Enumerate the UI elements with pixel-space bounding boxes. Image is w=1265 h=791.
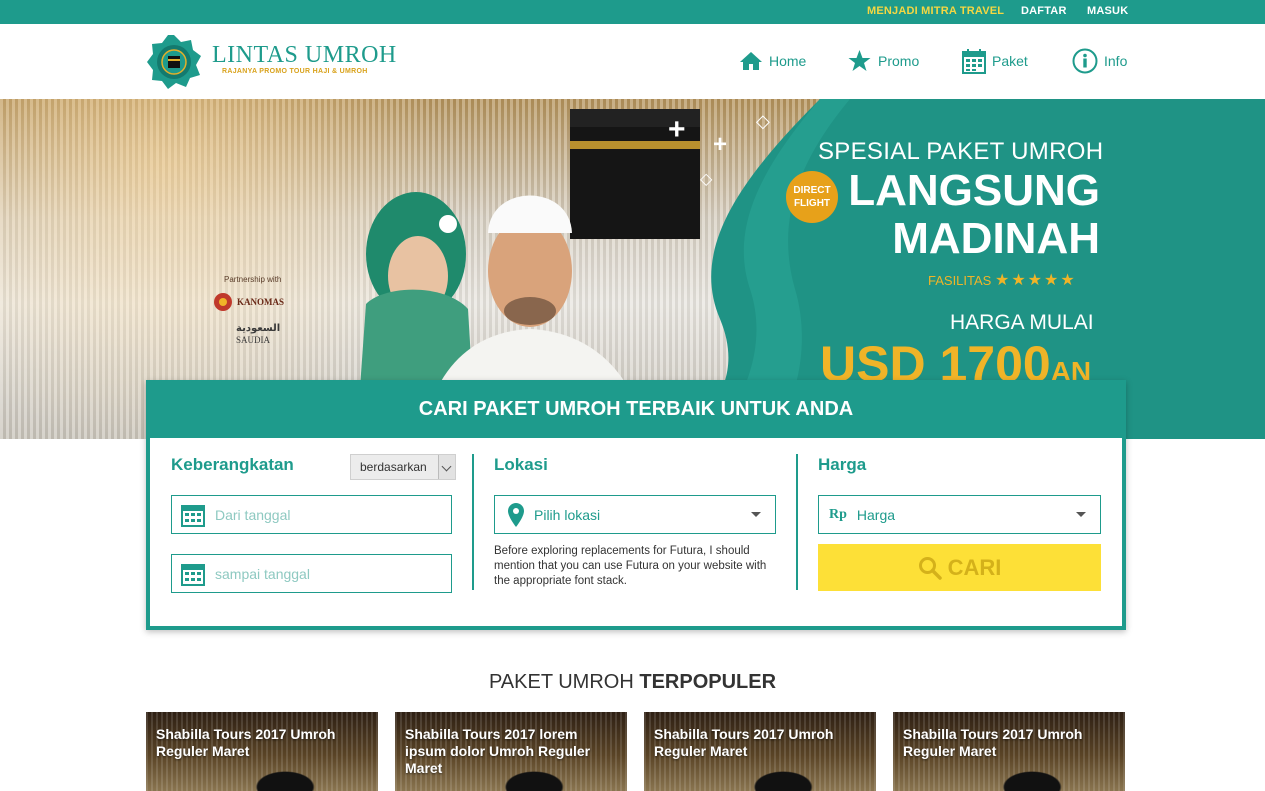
sort-select[interactable]: berdasarkan: [350, 454, 456, 480]
star-rating-icon: ★★★★★: [994, 272, 1077, 289]
section-title-normal: PAKET UMROH: [488, 671, 634, 693]
location-title: Lokasi: [494, 455, 548, 474]
column-divider: [796, 454, 798, 590]
package-card[interactable]: Shabilla Tours 2017 lorem ipsum dolor Um…: [395, 712, 627, 791]
nav-promo-label: Promo: [878, 53, 920, 69]
search-button-label: CARI: [947, 554, 1002, 580]
package-card-title: Shabilla Tours 2017 Umroh Reguler Maret: [156, 726, 336, 759]
nav-info[interactable]: Info: [1072, 47, 1127, 75]
partnership-logos: Partnership with KANOMAS السعودية SAUDIA: [212, 275, 312, 355]
promo-headline: LANGSUNG MADINAH: [846, 167, 1100, 263]
sparkle-diamond-icon: ◇: [700, 171, 713, 188]
date-to-field[interactable]: sampai tanggal: [171, 554, 452, 593]
search-button[interactable]: CARI: [818, 544, 1101, 591]
package-card[interactable]: Shabilla Tours 2017 Umroh Reguler Maret: [146, 712, 378, 791]
sort-select-value: berdasarkan: [360, 460, 427, 474]
promo-subtitle: SPESIAL PAKET UMROH: [818, 138, 1104, 165]
price-select[interactable]: Rp Harga: [818, 495, 1101, 534]
date-from-placeholder: Dari tanggal: [215, 506, 291, 523]
chevron-down-icon: [438, 455, 455, 479]
caret-down-icon: [751, 512, 761, 517]
promo-headline-line2: MADINAH: [892, 214, 1100, 263]
column-divider: [472, 454, 474, 590]
package-card-title: Shabilla Tours 2017 lorem ipsum dolor Um…: [405, 726, 591, 776]
price-label: HARGA MULAI: [950, 311, 1094, 334]
mitra-travel-link[interactable]: MENJADI MITRA TRAVEL: [867, 5, 1004, 17]
calendar-icon: [181, 504, 205, 527]
nav-promo[interactable]: Promo: [847, 47, 919, 75]
location-select[interactable]: Pilih lokasi: [494, 495, 776, 534]
facility-label: FASILITAS: [928, 273, 992, 288]
departure-title: Keberangkatan: [171, 455, 294, 474]
partner-kanomas: KANOMAS: [237, 297, 284, 307]
partnership-label: Partnership with: [224, 275, 282, 284]
package-card-title: Shabilla Tours 2017 Umroh Reguler Maret: [903, 726, 1083, 759]
direct-flight-badge: DIRECT FLIGHT: [786, 171, 838, 223]
logo-title[interactable]: LINTAS UMROH: [212, 42, 397, 69]
partner-saudia: SAUDIA: [236, 335, 271, 345]
logo-tagline: RAJANYA PROMO TOUR HAJI & UMROH: [222, 68, 368, 75]
nav-info-label: Info: [1104, 53, 1128, 69]
register-link[interactable]: DAFTAR: [1021, 5, 1067, 17]
nav-home[interactable]: Home: [739, 47, 806, 75]
star-icon: [848, 50, 871, 71]
caret-down-icon: [1076, 512, 1086, 517]
kanomas-logo-icon: [214, 293, 232, 311]
sparkle-plus-icon: +: [668, 113, 686, 146]
location-select-value: Pilih lokasi: [534, 506, 601, 523]
map-pin-icon: [508, 502, 524, 527]
sparkle-plus-icon: +: [713, 131, 728, 158]
date-to-placeholder: sampai tanggal: [215, 565, 310, 582]
price-title: Harga: [818, 455, 867, 474]
promo-headline-line1: LANGSUNG: [848, 166, 1100, 215]
date-from-field[interactable]: Dari tanggal: [171, 495, 452, 534]
facility-rating: FASILITAS ★★★★★: [928, 270, 1077, 290]
sparkle-diamond-icon: ◇: [756, 111, 770, 131]
package-card[interactable]: Shabilla Tours 2017 Umroh Reguler Maret: [644, 712, 876, 791]
nav-home-label: Home: [769, 53, 807, 69]
section-title: PAKET UMROH TERPOPULER: [0, 671, 1265, 694]
nav-paket[interactable]: Paket: [962, 47, 1028, 75]
info-icon: [1072, 48, 1098, 74]
search-heading: CARI PAKET UMROH TERBAIK UNTUK ANDA: [146, 380, 1126, 438]
package-card-title: Shabilla Tours 2017 Umroh Reguler Maret: [654, 726, 834, 759]
location-note: Before exploring replacements for Futura…: [494, 545, 767, 587]
nav-paket-label: Paket: [992, 53, 1028, 69]
login-link[interactable]: MASUK: [1087, 5, 1128, 17]
search-panel: CARI PAKET UMROH TERBAIK UNTUK ANDA Kebe…: [146, 380, 1126, 630]
price-select-value: Harga: [856, 506, 896, 523]
home-icon: [740, 52, 762, 70]
section-title-bold: TERPOPULER: [639, 671, 777, 693]
search-icon: [918, 556, 942, 580]
badge-line2: FLIGHT: [793, 198, 831, 209]
logo-emblem-icon[interactable]: [146, 34, 202, 90]
calendar-icon: [962, 48, 986, 74]
rupiah-icon: Rp: [829, 506, 847, 522]
badge-line1: DIRECT: [793, 185, 831, 196]
package-card[interactable]: Shabilla Tours 2017 Umroh Reguler Maret: [893, 712, 1125, 791]
site-header: LINTAS UMROH RAJANYA PROMO TOUR HAJI & U…: [0, 24, 1265, 99]
partner-saudia-arabic: السعودية: [236, 323, 281, 334]
top-bar: MENJADI MITRA TRAVEL DAFTAR MASUK: [0, 0, 1265, 24]
calendar-icon: [181, 563, 205, 586]
